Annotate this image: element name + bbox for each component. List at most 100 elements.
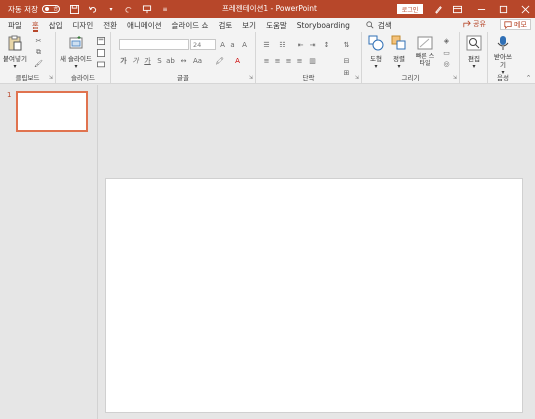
align-right-icon[interactable]: ≡ xyxy=(284,56,293,65)
columns-icon[interactable]: ▥ xyxy=(308,56,317,65)
tab-file[interactable]: 파일 xyxy=(3,18,27,32)
text-direction-icon[interactable]: ⇅ xyxy=(342,40,351,49)
share-label: 공유 xyxy=(473,20,486,28)
dictate-button[interactable]: 받아쓰기 ▾ xyxy=(492,35,514,76)
format-painter-icon[interactable]: 🖌 xyxy=(34,59,43,68)
quick-styles-button[interactable]: 빠른 스타일 xyxy=(414,35,436,67)
chevron-down-icon[interactable]: ▾ xyxy=(104,2,118,16)
justify-icon[interactable]: ≡ xyxy=(295,56,304,65)
shadow-icon[interactable]: S xyxy=(155,56,164,65)
pen-icon[interactable] xyxy=(432,3,444,15)
shape-fill-icon[interactable]: ◈ xyxy=(442,36,451,45)
chevron-down-icon: ▾ xyxy=(472,63,476,70)
new-slide-label: 새 슬라이드 xyxy=(60,55,92,63)
shapes-label: 도형 xyxy=(370,55,382,63)
dictate-label: 받아쓰기 xyxy=(494,53,512,69)
slide-thumbnails-pane: 1 xyxy=(0,85,98,419)
memo-label: 메모 xyxy=(514,20,527,29)
strikethrough-icon[interactable]: ab xyxy=(166,56,175,65)
collapse-ribbon-icon[interactable]: ⌃ xyxy=(524,73,533,82)
highlight-icon[interactable]: 🖍 xyxy=(215,56,224,65)
slide-canvas[interactable] xyxy=(105,178,523,413)
copy-icon[interactable]: ⧉ xyxy=(34,48,43,57)
group-label-clipboard: 클립보드 xyxy=(15,74,40,82)
shape-effects-icon[interactable]: ◎ xyxy=(442,59,451,68)
tab-insert[interactable]: 삽입 xyxy=(44,18,68,32)
shapes-button[interactable]: 도형 ▾ xyxy=(368,35,384,70)
new-slide-icon xyxy=(69,36,83,49)
decrease-font-icon[interactable]: a xyxy=(228,40,237,49)
group-label-slides: 슬라이드 xyxy=(71,74,95,82)
paste-button[interactable]: 붙여넣기 ▾ xyxy=(3,35,27,70)
ribbon-home: 붙여넣기 ▾ ✂ ⧉ 🖌 클립보드 ⇲ 새 슬라이드 ▾ 슬라이드 24 A a… xyxy=(0,32,535,84)
slide-number: 1 xyxy=(7,91,12,99)
shape-outline-icon[interactable]: ▭ xyxy=(442,48,451,57)
layout-icon[interactable] xyxy=(96,36,105,45)
comments-button[interactable]: 메모 xyxy=(500,19,531,30)
slide-thumbnail[interactable] xyxy=(16,91,88,132)
align-center-icon[interactable]: ≡ xyxy=(273,56,282,65)
tab-review[interactable]: 검토 xyxy=(213,18,237,32)
font-color-icon[interactable]: A xyxy=(233,56,242,65)
tab-animations[interactable]: 애니메이션 xyxy=(122,18,167,32)
maximize-icon[interactable] xyxy=(497,3,509,15)
tab-help[interactable]: 도움말 xyxy=(261,18,292,32)
bullets-icon[interactable]: ☰ xyxy=(262,40,271,49)
group-voice: 받아쓰기 ▾ 음성 xyxy=(488,32,518,84)
microphone-icon xyxy=(497,36,509,50)
tell-me-search[interactable]: 검색 xyxy=(361,18,397,32)
dialog-launcher-icon[interactable]: ⇲ xyxy=(49,75,53,81)
presentation-start-icon[interactable] xyxy=(140,2,154,16)
bold-icon[interactable]: 가 xyxy=(119,56,128,65)
tab-transitions[interactable]: 전환 xyxy=(98,18,122,32)
character-spacing-icon[interactable]: ↔ xyxy=(179,56,188,65)
autosave-label: 자동 저장 xyxy=(8,4,38,14)
font-family-combo[interactable] xyxy=(119,39,189,50)
login-button[interactable]: 로그인 xyxy=(397,4,423,14)
clear-formatting-icon[interactable]: A xyxy=(240,40,249,49)
font-size-combo[interactable]: 24 xyxy=(190,39,216,50)
dialog-launcher-icon[interactable]: ⇲ xyxy=(249,75,253,81)
paste-label: 붙여넣기 xyxy=(3,55,27,63)
group-drawing: 도형 ▾ 정렬 ▾ 빠른 스타일 ◈ ▭ ◎ 그리기 ⇲ xyxy=(362,32,460,84)
share-button[interactable]: 공유 xyxy=(463,19,486,29)
comment-icon xyxy=(504,20,512,29)
cut-icon[interactable]: ✂ xyxy=(34,36,43,45)
arrange-label: 정렬 xyxy=(393,55,405,63)
group-label-drawing: 그리기 xyxy=(401,74,420,82)
minimize-icon[interactable] xyxy=(475,3,487,15)
tab-storyboarding[interactable]: Storyboarding xyxy=(292,18,355,32)
italic-icon[interactable]: 가 xyxy=(131,56,140,65)
line-spacing-icon[interactable]: ↕ xyxy=(322,40,331,49)
dialog-launcher-icon[interactable]: ⇲ xyxy=(453,75,457,81)
customize-qat-icon[interactable]: ≡ xyxy=(158,2,172,16)
tab-view[interactable]: 보기 xyxy=(237,18,261,32)
tab-design[interactable]: 디자인 xyxy=(68,18,99,32)
change-case-icon[interactable]: Aa xyxy=(193,56,202,65)
ribbon-display-options-icon[interactable] xyxy=(451,3,463,15)
underline-icon[interactable]: 가 xyxy=(143,56,152,65)
numbering-icon[interactable]: ☷ xyxy=(278,40,287,49)
chevron-down-icon: ▾ xyxy=(13,63,17,70)
new-slide-button[interactable]: 새 슬라이드 ▾ xyxy=(60,35,92,70)
arrange-button[interactable]: 정렬 ▾ xyxy=(391,35,407,70)
dialog-launcher-icon[interactable]: ⇲ xyxy=(355,75,359,81)
reset-icon[interactable] xyxy=(96,48,105,57)
tab-slide-show[interactable]: 슬라이드 쇼 xyxy=(167,18,214,32)
increase-indent-icon[interactable]: ⇥ xyxy=(308,40,317,49)
align-left-icon[interactable]: ≡ xyxy=(262,56,271,65)
close-icon[interactable] xyxy=(519,3,531,15)
redo-icon[interactable] xyxy=(122,2,136,16)
group-label-font: 글꼴 xyxy=(177,74,189,82)
save-icon[interactable] xyxy=(68,2,82,16)
autosave-toggle[interactable]: 끔 xyxy=(41,5,60,13)
editing-button[interactable]: 편집 ▾ xyxy=(466,35,482,70)
slide-editor xyxy=(99,85,535,419)
section-icon[interactable] xyxy=(96,59,105,68)
align-text-icon[interactable]: ⊟ xyxy=(342,56,351,65)
chevron-down-icon: ▾ xyxy=(74,63,78,70)
increase-font-icon[interactable]: A xyxy=(218,40,227,49)
tab-home[interactable]: 홈 xyxy=(27,18,44,32)
decrease-indent-icon[interactable]: ⇤ xyxy=(296,40,305,49)
undo-icon[interactable] xyxy=(86,2,100,16)
